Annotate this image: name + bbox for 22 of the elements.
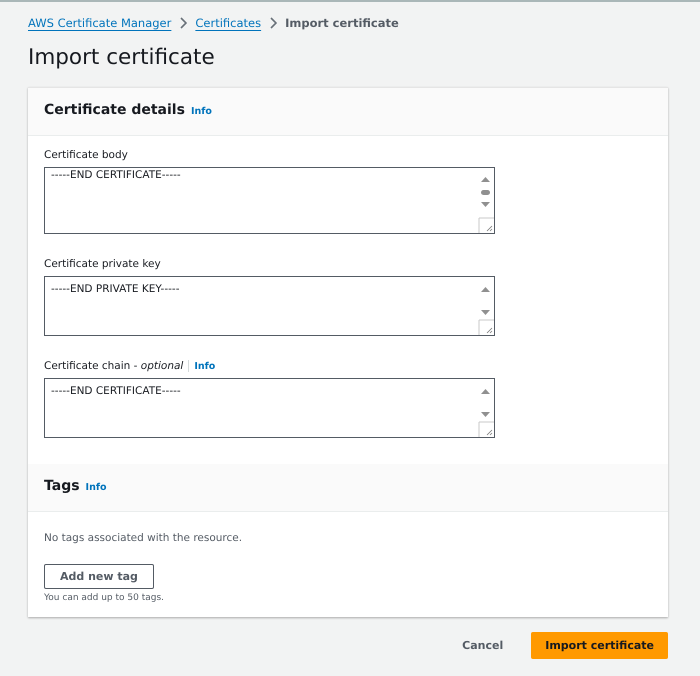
add-tag-button[interactable]: Add new tag	[44, 564, 154, 589]
empty-message: No tags associated with the resource.	[44, 532, 244, 544]
breadcrumb-link[interactable]: AWS Certificate Manager	[28, 16, 172, 30]
import-button[interactable]: Import certificate	[531, 632, 668, 659]
page-title: Import certificate	[28, 45, 216, 70]
cancel-button[interactable]: Cancel	[458, 633, 508, 658]
info-link[interactable]: Info	[86, 482, 107, 493]
chevron-icon	[179, 17, 188, 29]
text-area[interactable]: -----END PRIVATE KEY-----	[44, 276, 495, 336]
field-label: Certificate private key	[44, 258, 162, 270]
field-label: Certificate body	[44, 149, 129, 161]
info-link[interactable]: Info	[190, 106, 212, 117]
hint-text: You can add up to 50 tags.	[44, 593, 165, 605]
breadcrumb-current: Import certificate	[285, 16, 399, 30]
text-area[interactable]: -----END CERTIFICATE-----	[44, 378, 495, 438]
text-area[interactable]: -----END CERTIFICATE-----	[44, 167, 495, 234]
chevron-icon	[269, 17, 278, 29]
section-heading: Tags	[44, 478, 80, 494]
info-link[interactable]: Info	[194, 360, 216, 372]
field-label: Certificate chain - optional	[44, 360, 184, 372]
breadcrumb-link[interactable]: Certificates	[195, 16, 262, 30]
section-heading: Certificate details	[44, 102, 185, 118]
